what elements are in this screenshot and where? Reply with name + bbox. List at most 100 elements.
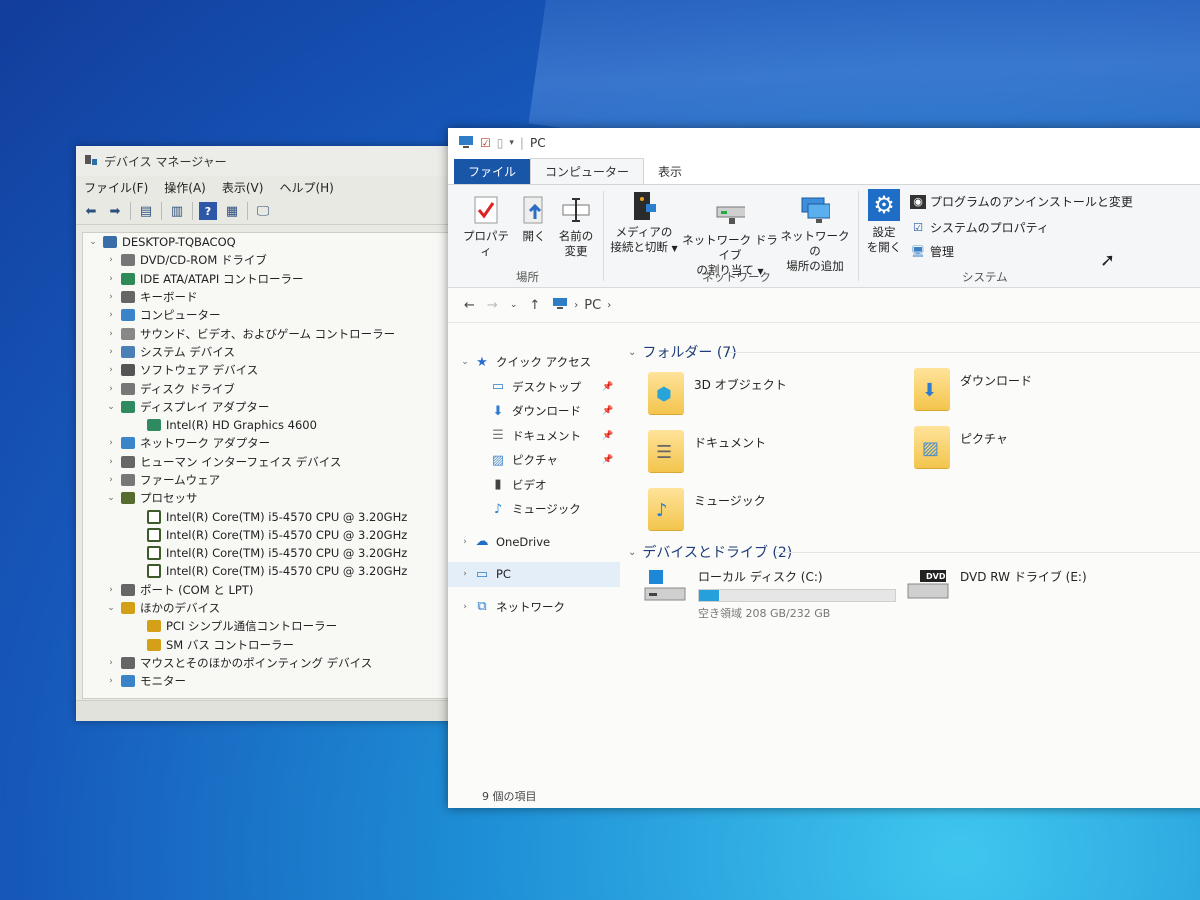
tab-computer[interactable]: コンピューター — [530, 158, 645, 184]
folder-3d-objects[interactable]: ⬢ 3D オブジェクト — [648, 372, 787, 414]
menu-action[interactable]: 操作(A) — [164, 179, 206, 196]
device-tree-item[interactable]: › システム デバイス — [83, 343, 478, 361]
collapsed-chevron-icon[interactable]: › — [456, 537, 474, 547]
open-button[interactable]: 開く — [514, 195, 554, 244]
collapsed-chevron-icon[interactable]: › — [105, 676, 117, 686]
menu-file[interactable]: ファイル(F) — [84, 179, 148, 196]
nav-item[interactable]: ▭ デスクトップ 📌 — [448, 375, 620, 400]
device-tree-item[interactable]: ⌄ DESKTOP-TQBACOQ — [83, 233, 478, 251]
back-arrow-icon[interactable]: ⬅ — [82, 202, 100, 220]
device-tree-item[interactable]: ⌄ プロセッサ — [83, 489, 478, 507]
drives-section-header[interactable]: ⌄ デバイスとドライブ (2) — [628, 542, 792, 562]
tab-view[interactable]: 表示 — [644, 159, 696, 184]
device-tree-item[interactable]: Intel(R) Core(TM) i5-4570 CPU @ 3.20GHz — [83, 544, 478, 562]
add-network-location-button[interactable]: ネットワークの 場所の追加 — [780, 195, 850, 274]
device-tree-item[interactable]: PCI シンプル通信コントローラー — [83, 617, 478, 635]
device-tree-item[interactable]: Intel(R) Core(TM) i5-4570 CPU @ 3.20GHz — [83, 507, 478, 525]
collapsed-chevron-icon[interactable]: › — [105, 438, 117, 448]
nav-item[interactable]: ☰ ドキュメント 📌 — [448, 424, 620, 449]
device-tree-item[interactable]: Intel(R) Core(TM) i5-4570 CPU @ 3.20GHz — [83, 526, 478, 544]
recent-locations-chevron-icon[interactable]: ⌄ — [510, 300, 518, 310]
media-connect-button[interactable]: メディアの 接続と切断 ▼ — [608, 191, 680, 256]
collapsed-chevron-icon[interactable]: › — [105, 329, 117, 339]
nav-item[interactable]: ♪ ミュージック — [448, 497, 620, 522]
pin-icon[interactable]: 📌 — [602, 406, 613, 416]
collapsed-chevron-icon[interactable]: › — [105, 292, 117, 302]
collapsed-chevron-icon[interactable]: › — [105, 347, 117, 357]
device-tree-item[interactable]: › ソフトウェア デバイス — [83, 361, 478, 379]
collapsed-chevron-icon[interactable]: › — [105, 658, 117, 668]
up-arrow-icon[interactable]: ↑ — [529, 298, 540, 313]
expanded-chevron-icon[interactable]: ⌄ — [105, 603, 117, 613]
menu-help[interactable]: ヘルプ(H) — [279, 179, 333, 196]
scan-hardware-icon[interactable]: 🖵 — [254, 202, 272, 220]
device-tree-item[interactable]: › IDE ATA/ATAPI コントローラー — [83, 270, 478, 288]
collapsed-chevron-icon[interactable]: › — [105, 365, 117, 375]
address-bar[interactable]: › PC › — [552, 297, 611, 314]
customize-quick-access-icon[interactable]: ▾ — [509, 138, 514, 148]
collapsed-chevron-icon[interactable]: › — [456, 569, 474, 579]
folders-section-header[interactable]: ⌄ フォルダー (7) — [628, 342, 737, 362]
nav-item[interactable]: ⬇ ダウンロード 📌 — [448, 399, 620, 424]
device-tree-item[interactable]: ⌄ ほかのデバイス — [83, 599, 478, 617]
device-tree-item[interactable]: Intel(R) Core(TM) i5-4570 CPU @ 3.20GHz — [83, 562, 478, 580]
properties-window-icon[interactable]: ▤ — [137, 202, 155, 220]
nav-item[interactable]: ▨ ピクチャ 📌 — [448, 448, 620, 473]
device-tree-item[interactable]: › コンピューター — [83, 306, 478, 324]
properties-quick-icon[interactable]: ☑ — [480, 136, 491, 150]
drive-c[interactable]: ローカル ディスク (C:) 空き領域 208 GB/232 GB — [642, 568, 896, 621]
collapsed-chevron-icon[interactable]: › — [105, 274, 117, 284]
expanded-chevron-icon[interactable]: ⌄ — [87, 237, 99, 247]
collapsed-chevron-icon[interactable]: › — [105, 585, 117, 595]
nav-item[interactable]: ▮ ビデオ — [448, 473, 620, 498]
explorer-titlebar[interactable]: ☑ ▯ ▾ | PC — [448, 128, 1200, 158]
forward-arrow-icon[interactable]: ➡ — [106, 202, 124, 220]
new-folder-quick-icon[interactable]: ▯ — [497, 136, 504, 150]
menu-view[interactable]: 表示(V) — [222, 179, 264, 196]
pin-icon[interactable]: 📌 — [602, 431, 613, 441]
device-tree-item[interactable]: › ディスク ドライブ — [83, 379, 478, 397]
device-tree-item[interactable]: ⌄ ディスプレイ アダプター — [83, 398, 478, 416]
back-arrow-icon[interactable]: ← — [464, 298, 475, 313]
tab-file[interactable]: ファイル — [454, 159, 531, 184]
device-tree-item[interactable]: SM バス コントローラー — [83, 636, 478, 654]
collapsed-chevron-icon[interactable]: › — [105, 310, 117, 320]
collapsed-chevron-icon[interactable]: › — [456, 602, 474, 612]
manage-button[interactable]: 🖥 管理 — [910, 243, 954, 260]
folder-pictures[interactable]: ▨ ピクチャ — [914, 426, 1008, 468]
device-tree-item[interactable]: › DVD/CD-ROM ドライブ — [83, 251, 478, 269]
open-settings-button[interactable]: ⚙ 設定 を開く — [862, 189, 906, 255]
rename-button[interactable]: 名前の 変更 — [554, 195, 598, 259]
collapsed-chevron-icon[interactable]: › — [105, 384, 117, 394]
collapsed-chevron-icon[interactable]: › — [105, 457, 117, 467]
nav-item[interactable]: ⌄ ★ クイック アクセス — [448, 350, 620, 375]
device-tree-item[interactable]: › モニター — [83, 672, 478, 690]
expanded-chevron-icon[interactable]: ⌄ — [105, 493, 117, 503]
device-tree-item[interactable]: › ヒューマン インターフェイス デバイス — [83, 453, 478, 471]
device-tree-item[interactable]: › ファームウェア — [83, 471, 478, 489]
nav-item[interactable]: › ▭ PC — [448, 562, 620, 587]
device-manager-titlebar[interactable]: デバイス マネージャー — [76, 146, 496, 176]
properties-button[interactable]: プロパティ — [460, 195, 512, 259]
device-tree-item[interactable]: › ポート (COM と LPT) — [83, 581, 478, 599]
forward-arrow-icon[interactable]: → — [487, 298, 498, 313]
uninstall-program-button[interactable]: ◉ プログラムのアンインストールと変更 — [910, 193, 1133, 210]
expanded-chevron-icon[interactable]: ⌄ — [456, 357, 474, 367]
folder-documents[interactable]: ☰ ドキュメント — [648, 430, 766, 472]
device-tree-item[interactable]: Intel(R) HD Graphics 4600 — [83, 416, 478, 434]
breadcrumb-pc[interactable]: PC — [584, 298, 601, 313]
folder-downloads[interactable]: ⬇ ダウンロード — [914, 368, 1032, 410]
nav-item[interactable]: › ⧉ ネットワーク — [448, 595, 620, 620]
device-tree-item[interactable]: › サウンド、ビデオ、およびゲーム コントローラー — [83, 324, 478, 342]
details-icon[interactable]: ▦ — [223, 202, 241, 220]
collapsed-chevron-icon[interactable]: › — [105, 255, 117, 265]
folder-music[interactable]: ♪ ミュージック — [648, 488, 766, 530]
nav-item[interactable]: › ☁ OneDrive — [448, 530, 620, 555]
collapsed-chevron-icon[interactable]: › — [105, 475, 117, 485]
device-tree-item[interactable]: › マウスとそのほかのポインティング デバイス — [83, 654, 478, 672]
help-icon[interactable]: ? — [199, 202, 217, 220]
pin-icon[interactable]: 📌 — [602, 382, 613, 392]
list-view-icon[interactable]: ▥ — [168, 202, 186, 220]
map-network-drive-button[interactable]: ネットワーク ドライブ の割り当て ▼ — [680, 199, 780, 279]
device-tree-item[interactable]: › キーボード — [83, 288, 478, 306]
